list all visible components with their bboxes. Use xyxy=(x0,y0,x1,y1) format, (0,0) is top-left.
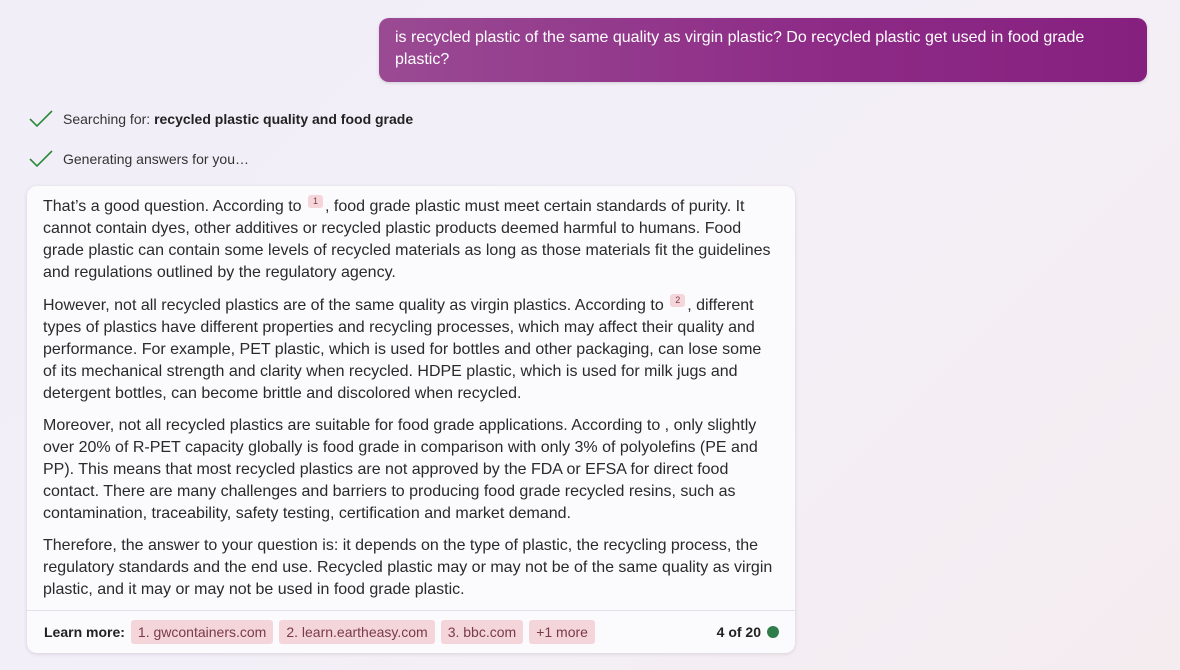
answer-text: However, not all recycled plastics are o… xyxy=(43,297,669,314)
learn-more-bar: Learn more: 1. gwcontainers.com 2. learn… xyxy=(27,610,795,653)
citation-1[interactable]: 1 xyxy=(308,195,324,208)
status-generating: Generating answers for you… xyxy=(28,147,249,171)
status-dot-icon xyxy=(767,626,779,638)
searching-query: recycled plastic quality and food grade xyxy=(154,111,414,127)
turn-count-text: 4 of 20 xyxy=(716,624,761,640)
checkmark-icon xyxy=(29,110,53,128)
answer-paragraph-3: Moreover, not all recycled plastics are … xyxy=(43,417,758,522)
more-sources-button[interactable]: +1 more xyxy=(529,620,595,644)
generating-text: Generating answers for you… xyxy=(63,151,249,167)
user-message-text: is recycled plastic of the same quality … xyxy=(395,29,1085,68)
searching-prefix: Searching for: xyxy=(63,111,155,127)
answer-body: That’s a good question. According to 1, … xyxy=(27,186,795,601)
status-searching: Searching for: recycled plastic quality … xyxy=(28,107,413,131)
user-message-bubble: is recycled plastic of the same quality … xyxy=(379,18,1147,82)
answer-paragraph-4: Therefore, the answer to your question i… xyxy=(43,537,773,598)
answer-paragraph-1: That’s a good question. According to 1, … xyxy=(43,195,779,284)
learn-more-label: Learn more: xyxy=(44,624,125,640)
source-link-2[interactable]: 2. learn.eartheasy.com xyxy=(279,620,435,644)
turn-counter: 4 of 20 xyxy=(717,624,779,640)
answer-paragraph-2: However, not all recycled plastics are o… xyxy=(43,294,779,405)
checkmark-icon xyxy=(29,150,53,168)
source-link-1[interactable]: 1. gwcontainers.com xyxy=(130,620,274,644)
citation-2[interactable]: 2 xyxy=(670,294,686,307)
answer-text: That’s a good question. According to xyxy=(43,198,306,215)
answer-card: That’s a good question. According to 1, … xyxy=(27,186,795,653)
source-link-3[interactable]: 3. bbc.com xyxy=(440,620,524,644)
